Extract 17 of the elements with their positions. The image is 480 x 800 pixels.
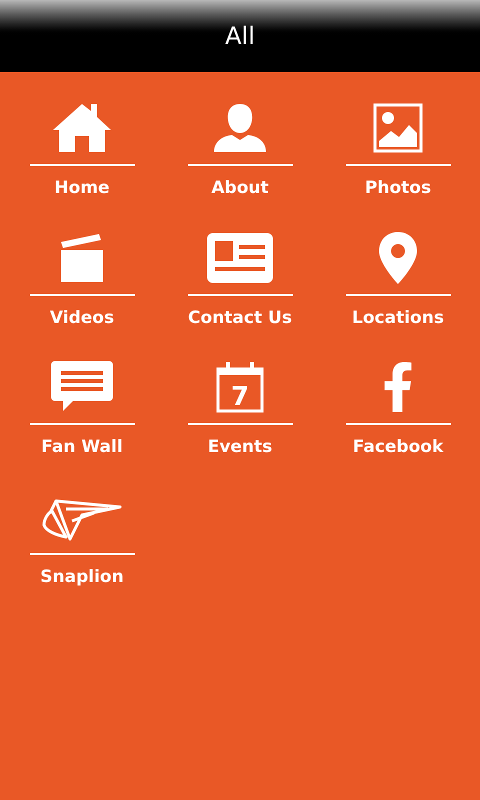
menu-tile[interactable]: Snaplion bbox=[3, 484, 161, 590]
menu-tile[interactable]: Videos bbox=[3, 226, 161, 331]
image-icon bbox=[373, 103, 423, 153]
house-icon bbox=[51, 102, 113, 154]
menu-tile[interactable]: Home bbox=[3, 96, 161, 202]
menu-tile[interactable]: Facebook bbox=[319, 355, 477, 460]
menu-tile[interactable]: 7 Events bbox=[161, 355, 319, 460]
menu-tile[interactable]: Fan Wall bbox=[3, 355, 161, 460]
page-title: All bbox=[225, 21, 255, 52]
menu-tile[interactable]: Locations bbox=[319, 226, 477, 331]
map-pin-icon bbox=[378, 232, 418, 284]
menu-tile[interactable]: Photos bbox=[319, 96, 477, 202]
clapperboard-icon bbox=[59, 232, 105, 284]
id-card-icon bbox=[207, 232, 273, 282]
menu-tile[interactable]: Contact Us bbox=[161, 226, 319, 331]
speech-bubble-icon bbox=[51, 361, 113, 413]
menu-tile[interactable]: About bbox=[161, 96, 319, 202]
